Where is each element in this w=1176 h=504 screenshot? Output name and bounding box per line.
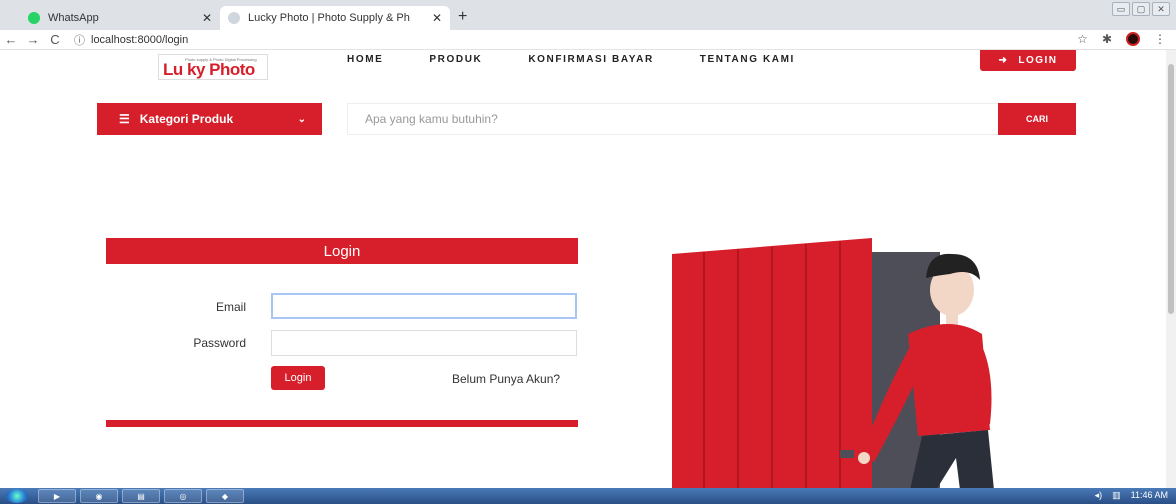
tab-label: WhatsApp: [48, 12, 99, 24]
door-handle-shape: [840, 450, 854, 458]
clock[interactable]: 11:46 AM: [1131, 490, 1168, 501]
url-text: localhost:8000/login: [91, 33, 189, 46]
volume-icon[interactable]: ◂): [1095, 490, 1103, 501]
nav-produk[interactable]: PRODUK: [429, 54, 482, 65]
close-icon[interactable]: ✕: [432, 11, 442, 25]
network-icon[interactable]: ▥: [1112, 490, 1121, 501]
page-scrollbar[interactable]: [1166, 50, 1176, 488]
new-tab-icon[interactable]: +: [458, 8, 467, 26]
tab-whatsapp[interactable]: WhatsApp ✕: [20, 6, 220, 30]
toolbar-actions: ☆ ✱ ⋮: [1077, 32, 1166, 46]
search-button[interactable]: CARI: [998, 103, 1076, 135]
password-label: Password: [193, 336, 246, 350]
file-explorer-icon[interactable]: ▤: [122, 489, 160, 503]
maximize-icon[interactable]: ▢: [1132, 2, 1150, 16]
header-login-label: LOGIN: [1018, 55, 1058, 66]
category-label: Kategori Produk: [139, 112, 234, 126]
tab-label: Lucky Photo | Photo Supply & Ph: [248, 12, 410, 24]
paint-icon[interactable]: ◆: [206, 489, 244, 503]
nav-tentang-kami[interactable]: TENTANG KAMI: [700, 54, 795, 65]
password-field[interactable]: [271, 330, 577, 356]
login-card-footer-bar: [106, 420, 578, 427]
hamburger-icon: ☰: [119, 112, 130, 126]
category-dropdown[interactable]: ☰ Kategori Produk ⌄: [97, 103, 322, 135]
info-icon[interactable]: ⓘ: [74, 32, 85, 48]
login-card-title: Login: [106, 238, 578, 264]
search-bar: [347, 103, 999, 135]
bookmark-star-icon[interactable]: ☆: [1077, 32, 1088, 46]
register-link[interactable]: Belum Punya Akun?: [452, 372, 560, 386]
browser-tab-strip: WhatsApp ✕ Lucky Photo | Photo Supply & …: [0, 0, 1176, 30]
email-label: Email: [215, 300, 246, 314]
logo-text: Lu ky Photo: [163, 60, 255, 79]
system-tray: ◂) ▥ 11:46 AM: [1095, 490, 1168, 501]
chevron-down-icon: ⌄: [297, 113, 306, 125]
scrollbar-thumb[interactable]: [1168, 64, 1174, 314]
whatsapp-icon: [28, 12, 40, 24]
reload-icon[interactable]: C: [44, 32, 66, 47]
profile-avatar[interactable]: [1126, 32, 1140, 46]
nav-home[interactable]: HOME: [347, 54, 383, 65]
back-icon[interactable]: ←: [0, 32, 22, 47]
site-favicon-icon: [228, 12, 240, 24]
window-controls: ▭ ▢ ✕: [1112, 2, 1170, 16]
tab-lucky-photo[interactable]: Lucky Photo | Photo Supply & Ph ✕: [220, 6, 450, 30]
nav-konfirmasi-bayar[interactable]: KONFIRMASI BAYAR: [528, 54, 653, 65]
chrome-icon[interactable]: ◉: [80, 489, 118, 503]
email-field[interactable]: [271, 293, 577, 319]
forward-icon[interactable]: →: [22, 32, 44, 47]
extensions-icon[interactable]: ✱: [1102, 32, 1112, 46]
start-button[interactable]: [0, 488, 34, 504]
door-illustration: [672, 238, 994, 488]
page-content: Photo supply & Photo Digital Processing …: [0, 50, 1166, 488]
menu-kebab-icon[interactable]: ⋮: [1154, 32, 1166, 46]
browser-app-icon[interactable]: ◎: [164, 489, 202, 503]
login-submit-button[interactable]: Login: [271, 366, 325, 390]
main-nav: HOME PRODUK KONFIRMASI BAYAR TENTANG KAM…: [347, 54, 795, 65]
site-logo[interactable]: Photo supply & Photo Digital Processing …: [158, 54, 268, 80]
minimize-icon[interactable]: ▭: [1112, 2, 1130, 16]
sign-in-icon: ➜: [998, 55, 1009, 66]
windows-logo-icon: [6, 489, 28, 503]
search-input[interactable]: [365, 112, 965, 126]
header-login-button[interactable]: ➜ LOGIN: [980, 50, 1076, 71]
media-player-icon[interactable]: ▶: [38, 489, 76, 503]
browser-toolbar: ← → C ⓘ localhost:8000/login ☆ ✱ ⋮: [0, 30, 1176, 50]
close-icon[interactable]: ✕: [202, 11, 212, 25]
close-window-icon[interactable]: ✕: [1152, 2, 1170, 16]
windows-taskbar: ▶ ◉ ▤ ◎ ◆ ◂) ▥ 11:46 AM: [0, 488, 1176, 504]
address-bar[interactable]: ⓘ localhost:8000/login: [74, 32, 188, 48]
